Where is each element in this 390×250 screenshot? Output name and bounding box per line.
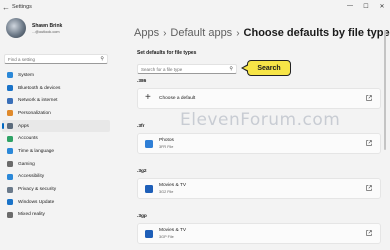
settings-window: ← Settings — ☐ ✕ Shawn Brink ...@outlook… <box>0 0 390 250</box>
privacy-icon <box>7 186 13 193</box>
file-extension-label: .3gp <box>137 214 147 219</box>
breadcrumb-separator: › <box>236 28 240 39</box>
sidebar-item-label: Network & internet <box>18 98 58 104</box>
file-type-description: 3G2 File <box>159 190 174 194</box>
sidebar-item-label: Privacy & security <box>18 187 57 193</box>
file-type-row[interactable]: + Choose a default <box>137 88 381 109</box>
user-profile[interactable]: Shawn Brink ...@outlook.com <box>6 18 62 38</box>
find-setting-input[interactable]: Find a setting ⚲ <box>4 54 108 64</box>
sidebar-item-label: Accessibility <box>18 174 45 180</box>
maximize-button[interactable]: ☐ <box>358 0 374 12</box>
breadcrumb-default-apps[interactable]: Default apps <box>170 27 232 39</box>
file-type-description: 3FR File <box>159 145 174 149</box>
search-icon: ⚲ <box>229 66 233 72</box>
sidebar-item-bluetooth-devices[interactable]: Bluetooth & devices <box>2 82 110 95</box>
default-app-name: Movies & TV <box>159 183 187 188</box>
close-button[interactable]: ✕ <box>374 0 390 12</box>
breadcrumb: Apps › Default apps › Choose defaults by… <box>134 27 390 39</box>
open-external-icon[interactable] <box>366 140 372 146</box>
sidebar-item-time-language[interactable]: Time & language <box>2 145 110 158</box>
system-icon <box>7 72 13 79</box>
file-type-row[interactable]: Photos 3FR File <box>137 133 381 154</box>
bluetooth-icon <box>7 85 13 92</box>
mixed-reality-icon <box>7 211 13 218</box>
sidebar-item-label: System <box>18 72 34 78</box>
avatar <box>6 18 26 38</box>
title-bar: ← Settings — ☐ ✕ <box>0 0 390 14</box>
accounts-icon <box>7 135 13 142</box>
photos-icon <box>145 140 153 148</box>
profile-info: Shawn Brink ...@outlook.com <box>32 23 62 34</box>
back-arrow-icon[interactable]: ← <box>0 3 12 12</box>
default-app-name: Photos <box>159 138 174 143</box>
search-icon: ⚲ <box>100 56 104 62</box>
find-setting-placeholder: Find a setting <box>8 56 36 62</box>
profile-email: ...@outlook.com <box>32 29 60 34</box>
section-title: Set defaults for file types <box>137 50 197 56</box>
breadcrumb-separator: › <box>163 28 167 39</box>
file-type-search-input[interactable]: Search for a file type ⚲ <box>137 64 237 74</box>
movies-tv-icon <box>145 185 153 193</box>
sidebar-item-label: Personalization <box>18 110 51 116</box>
movies-tv-icon <box>145 230 153 238</box>
profile-name: Shawn Brink <box>32 22 63 29</box>
scrollbar[interactable] <box>384 30 386 150</box>
file-type-description: 3GP File <box>159 235 174 239</box>
sidebar-item-gaming[interactable]: Gaming <box>2 158 110 171</box>
sidebar-item-network-internet[interactable]: Network & internet <box>2 94 110 107</box>
accessibility-icon <box>7 173 13 180</box>
callout-pointer-fill <box>243 65 249 71</box>
sidebar-item-label: Windows Update <box>18 199 55 205</box>
open-external-icon[interactable] <box>366 95 372 101</box>
sidebar-item-system[interactable]: System <box>2 69 110 82</box>
breadcrumb-apps[interactable]: Apps <box>134 27 159 39</box>
file-type-search-placeholder: Search for a file type <box>141 66 183 72</box>
apps-icon <box>7 123 13 130</box>
file-extension-label: .386 <box>137 79 147 84</box>
gaming-icon <box>7 161 13 168</box>
file-extension-label: .3g2 <box>137 169 147 174</box>
sidebar-item-personalization[interactable]: Personalization <box>2 107 110 120</box>
windows-update-icon <box>7 199 13 206</box>
open-external-icon[interactable] <box>366 185 372 191</box>
personalization-icon <box>7 110 13 117</box>
network-icon <box>7 97 13 104</box>
sidebar-item-label: Accounts <box>18 136 38 142</box>
file-type-row[interactable]: Movies & TV 3G2 File <box>137 178 381 199</box>
search-callout: Search <box>241 60 291 76</box>
default-app-name: Movies & TV <box>159 228 187 233</box>
callout-label: Search <box>247 60 291 76</box>
time-language-icon <box>7 148 13 155</box>
sidebar-item-label: Bluetooth & devices <box>18 85 61 91</box>
sidebar-item-label: Time & language <box>18 148 55 154</box>
sidebar-item-label: Apps <box>18 123 29 129</box>
sidebar-item-privacy-security[interactable]: Privacy & security <box>2 183 110 196</box>
page-title: Choose defaults by file type <box>243 27 390 39</box>
sidebar: Shawn Brink ...@outlook.com Find a setti… <box>0 14 112 250</box>
sidebar-item-apps[interactable]: Apps <box>2 119 110 133</box>
sidebar-item-windows-update[interactable]: Windows Update <box>2 196 110 209</box>
sidebar-nav: System Bluetooth & devices Network & inter… <box>2 69 110 221</box>
main-content: Apps › Default apps › Choose defaults by… <box>126 14 390 250</box>
window-title: Settings <box>12 4 32 10</box>
sidebar-item-label: Gaming <box>18 161 35 167</box>
sidebar-item-mixed-reality[interactable]: Mixed reality <box>2 209 110 222</box>
open-external-icon[interactable] <box>366 230 372 236</box>
window-controls: — ☐ ✕ <box>342 0 390 12</box>
choose-default-label: Choose a default <box>159 96 196 101</box>
watermark: ElevenForum.com <box>180 110 341 130</box>
sidebar-item-accounts[interactable]: Accounts <box>2 132 110 145</box>
sidebar-item-label: Mixed reality <box>18 212 45 218</box>
file-type-row[interactable]: Movies & TV 3GP File <box>137 223 381 244</box>
minimize-button[interactable]: — <box>342 0 358 12</box>
plus-icon: + <box>145 92 151 103</box>
sidebar-item-accessibility[interactable]: Accessibility <box>2 171 110 184</box>
file-extension-label: .3fr <box>137 124 145 129</box>
